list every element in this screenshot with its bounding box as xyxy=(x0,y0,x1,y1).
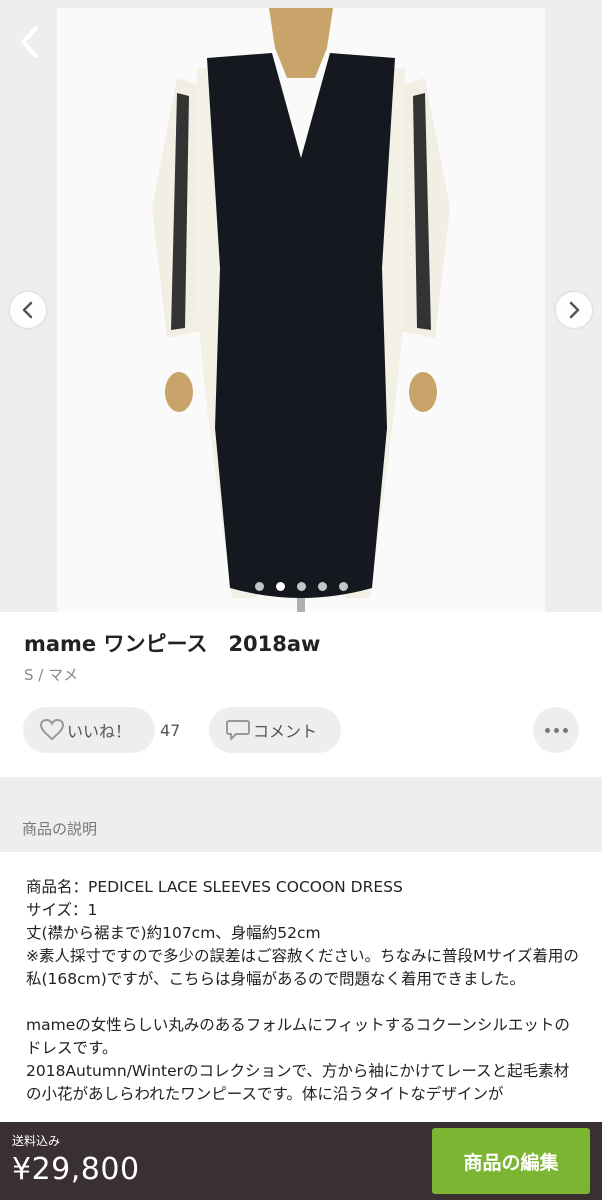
comment-button[interactable]: コメント xyxy=(209,707,341,753)
pagination-dot-active[interactable] xyxy=(275,582,285,591)
heart-icon xyxy=(39,718,65,742)
pagination-dot[interactable] xyxy=(254,582,264,591)
more-dot xyxy=(562,727,568,733)
like-button-label: いいね！ xyxy=(67,722,132,741)
more-options-button[interactable] xyxy=(533,707,579,753)
description-section-header xyxy=(0,777,602,852)
comment-bubble-icon xyxy=(225,718,251,742)
back-arrow-icon xyxy=(21,26,38,58)
product-image-gallery[interactable] xyxy=(0,0,602,612)
shipping-included-label: 送料込み xyxy=(12,1134,61,1148)
pagination-dot[interactable] xyxy=(317,582,327,591)
pagination-dot[interactable] xyxy=(296,582,306,591)
previous-image-button[interactable] xyxy=(10,292,46,328)
next-image-button[interactable] xyxy=(556,292,592,328)
more-dots-icon xyxy=(544,727,550,733)
product-photo xyxy=(57,8,545,612)
item-size-brand: S / マメ xyxy=(24,666,79,684)
chevron-left-icon xyxy=(22,301,33,319)
more-dot xyxy=(553,727,559,733)
pagination-dot[interactable] xyxy=(338,582,348,591)
item-description: 商品名：PEDICEL LACE SLEEVES COCOON DRESS サイ… xyxy=(26,878,579,1103)
chevron-right-icon xyxy=(569,301,580,319)
like-button[interactable]: いいね！ xyxy=(23,707,155,753)
comment-button-label: コメント xyxy=(253,722,318,741)
item-title: mame ワンピース 2018aw xyxy=(24,632,321,656)
image-pagination-dots xyxy=(0,582,602,591)
item-price: ¥29,800 xyxy=(12,1152,140,1187)
description-header-label: 商品の説明 xyxy=(22,820,98,838)
like-count: 47 xyxy=(160,721,181,740)
back-button[interactable] xyxy=(12,22,46,62)
edit-item-button[interactable]: 商品の編集 xyxy=(432,1128,590,1194)
